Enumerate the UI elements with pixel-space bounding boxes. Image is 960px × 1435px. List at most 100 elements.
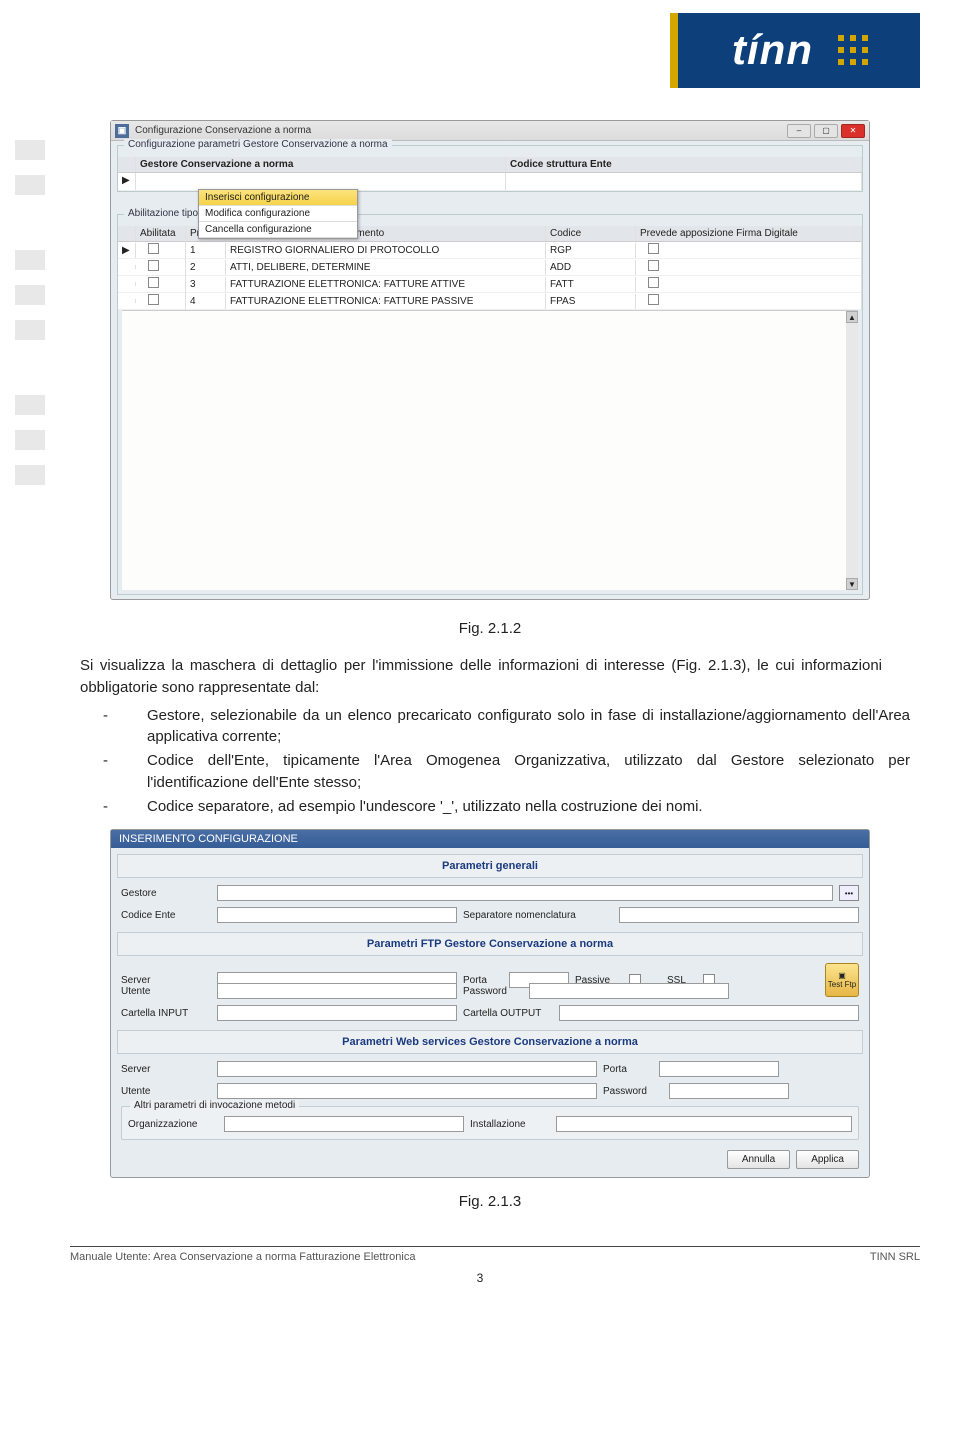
lbl-cartella-in: Cartella INPUT [121, 1008, 211, 1019]
cell-prog: 1 [186, 243, 226, 258]
page-footer: Manuale Utente: Area Conservazione a nor… [70, 1246, 920, 1263]
grid-body-empty: ▲ ▼ [122, 310, 858, 590]
altri-parametri-group: Altri parametri di invocazione metodi Or… [121, 1106, 859, 1140]
window-title: Configurazione Conservazione a norma [135, 125, 787, 136]
form-title: INSERIMENTO CONFIGURAZIONE [111, 830, 869, 848]
h-firma: Prevede apposizione Firma Digitale [636, 226, 862, 241]
page-number: 3 [0, 1263, 960, 1299]
left-decoration [0, 100, 70, 1228]
test-ftp-button[interactable]: ▣ Test Ftp [825, 963, 859, 997]
section-ftp: Parametri FTP Gestore Conservazione a no… [117, 932, 863, 956]
cell-prog: 2 [186, 260, 226, 275]
lbl-organizzazione: Organizzazione [128, 1119, 218, 1130]
cancel-button[interactable]: Annulla [727, 1150, 790, 1169]
checkbox-icon[interactable] [148, 277, 159, 288]
input-separatore[interactable] [619, 907, 859, 923]
logo-text: tínn [732, 26, 813, 74]
maximize-button[interactable]: ▢ [814, 124, 838, 138]
input-cartella-out[interactable] [559, 1005, 859, 1021]
cell-prog: 4 [186, 294, 226, 309]
section-generali: Parametri generali [117, 854, 863, 878]
input-utente[interactable] [217, 983, 457, 999]
checkbox-icon[interactable] [148, 294, 159, 305]
lbl-cartella-out: Cartella OUTPUT [463, 1008, 553, 1019]
lbl-separatore: Separatore nomenclatura [463, 910, 613, 921]
checkbox-icon[interactable] [648, 243, 659, 254]
ctx-modify[interactable]: Modifica configurazione [199, 206, 357, 222]
lbl-porta-ws: Porta [603, 1064, 653, 1075]
input-utente-ws[interactable] [217, 1083, 597, 1099]
tipologie-groupbox: Abilitazione tipologia Abilitata Prog. T… [117, 214, 863, 595]
logo-dots-icon [838, 35, 868, 65]
gestore-groupbox: Configurazione parametri Gestore Conserv… [117, 145, 863, 192]
lbl-password-ws: Password [603, 1086, 663, 1097]
page-header: tínn [0, 0, 960, 100]
figure-caption-1: Fig. 2.1.2 [70, 620, 910, 637]
checkbox-icon[interactable] [148, 243, 159, 254]
apply-button[interactable]: Applica [796, 1150, 859, 1169]
table-row[interactable]: ▶ 1 REGISTRO GIORNALIERO DI PROTOCOLLO R… [118, 242, 862, 259]
insert-config-window: INSERIMENTO CONFIGURAZIONE Parametri gen… [110, 829, 870, 1178]
lbl-installazione: Installazione [470, 1119, 550, 1130]
cell-prog: 3 [186, 277, 226, 292]
bullet-list: Gestore, selezionabile da un elenco prec… [125, 705, 910, 818]
context-menu: Inserisci configurazione Modifica config… [198, 189, 358, 239]
cell-tip: FATTURAZIONE ELETTRONICA: FATTURE PASSIV… [226, 294, 546, 309]
ctx-insert[interactable]: Inserisci configurazione [199, 190, 357, 206]
app-icon: ▣ [115, 124, 129, 138]
input-organizzazione[interactable] [224, 1116, 464, 1132]
checkbox-icon[interactable] [648, 260, 659, 271]
table-row[interactable]: 2 ATTI, DELIBERE, DETERMINE ADD [118, 259, 862, 276]
cell-cod: ADD [546, 260, 636, 275]
sub-legend: Altri parametri di invocazione metodi [130, 1100, 299, 1111]
titlebar: ▣ Configurazione Conservazione a norma –… [111, 121, 869, 141]
close-button[interactable]: ✕ [841, 124, 865, 138]
input-gestore[interactable] [217, 885, 833, 901]
lbl-password: Password [463, 986, 523, 997]
table-row[interactable]: 4 FATTURAZIONE ELETTRONICA: FATTURE PASS… [118, 293, 862, 310]
minimize-button[interactable]: – [787, 124, 811, 138]
checkbox-icon[interactable] [148, 260, 159, 271]
scrollbar[interactable]: ▲ ▼ [846, 311, 858, 590]
cell-cod: FPAS [546, 294, 636, 309]
lbl-codice-ente: Codice Ente [121, 910, 211, 921]
cell-cod: RGP [546, 243, 636, 258]
input-installazione[interactable] [556, 1116, 852, 1132]
col-codice-struttura: Codice struttura Ente [506, 157, 862, 172]
checkbox-icon[interactable] [648, 294, 659, 305]
section-ws: Parametri Web services Gestore Conservaz… [117, 1030, 863, 1054]
list-item: Codice separatore, ad esempio l'undescor… [125, 796, 910, 818]
input-password[interactable] [529, 983, 729, 999]
cell-tip: ATTI, DELIBERE, DETERMINE [226, 260, 546, 275]
paragraph-1: Si visualizza la maschera di dettaglio p… [80, 655, 882, 699]
input-cartella-in[interactable] [217, 1005, 457, 1021]
group-legend: Configurazione parametri Gestore Conserv… [124, 139, 392, 150]
gestore-grid-header: Gestore Conservazione a norma Codice str… [118, 157, 862, 173]
col-gestore: Gestore Conservazione a norma [136, 157, 506, 172]
h-abilitata: Abilitata [136, 226, 186, 241]
logo: tínn [670, 13, 920, 88]
lbl-porta: Porta [463, 975, 503, 986]
lbl-utente-ws: Utente [121, 1086, 211, 1097]
cell-tip: FATTURAZIONE ELETTRONICA: FATTURE ATTIVE [226, 277, 546, 292]
list-item: Gestore, selezionabile da un elenco prec… [125, 705, 910, 749]
footer-right: TINN SRL [870, 1251, 920, 1263]
checkbox-icon[interactable] [648, 277, 659, 288]
chevron-down-icon[interactable]: ▼ [846, 578, 858, 590]
footer-left: Manuale Utente: Area Conservazione a nor… [70, 1251, 415, 1263]
folder-icon: ▣ [838, 971, 846, 980]
cell-cod: FATT [546, 277, 636, 292]
ctx-delete[interactable]: Cancella configurazione [199, 222, 357, 238]
input-porta-ws[interactable] [659, 1061, 779, 1077]
lbl-utente: Utente [121, 986, 211, 997]
input-codice-ente[interactable] [217, 907, 457, 923]
list-item: Codice dell'Ente, tipicamente l'Area Omo… [125, 750, 910, 794]
input-server-ws[interactable] [217, 1061, 597, 1077]
h-codice: Codice [546, 226, 636, 241]
input-password-ws[interactable] [669, 1083, 789, 1099]
cell-tip: REGISTRO GIORNALIERO DI PROTOCOLLO [226, 243, 546, 258]
table-row[interactable]: 3 FATTURAZIONE ELETTRONICA: FATTURE ATTI… [118, 276, 862, 293]
config-window: ▣ Configurazione Conservazione a norma –… [110, 120, 870, 600]
lookup-button[interactable]: ••• [839, 885, 859, 901]
chevron-up-icon[interactable]: ▲ [846, 311, 858, 323]
